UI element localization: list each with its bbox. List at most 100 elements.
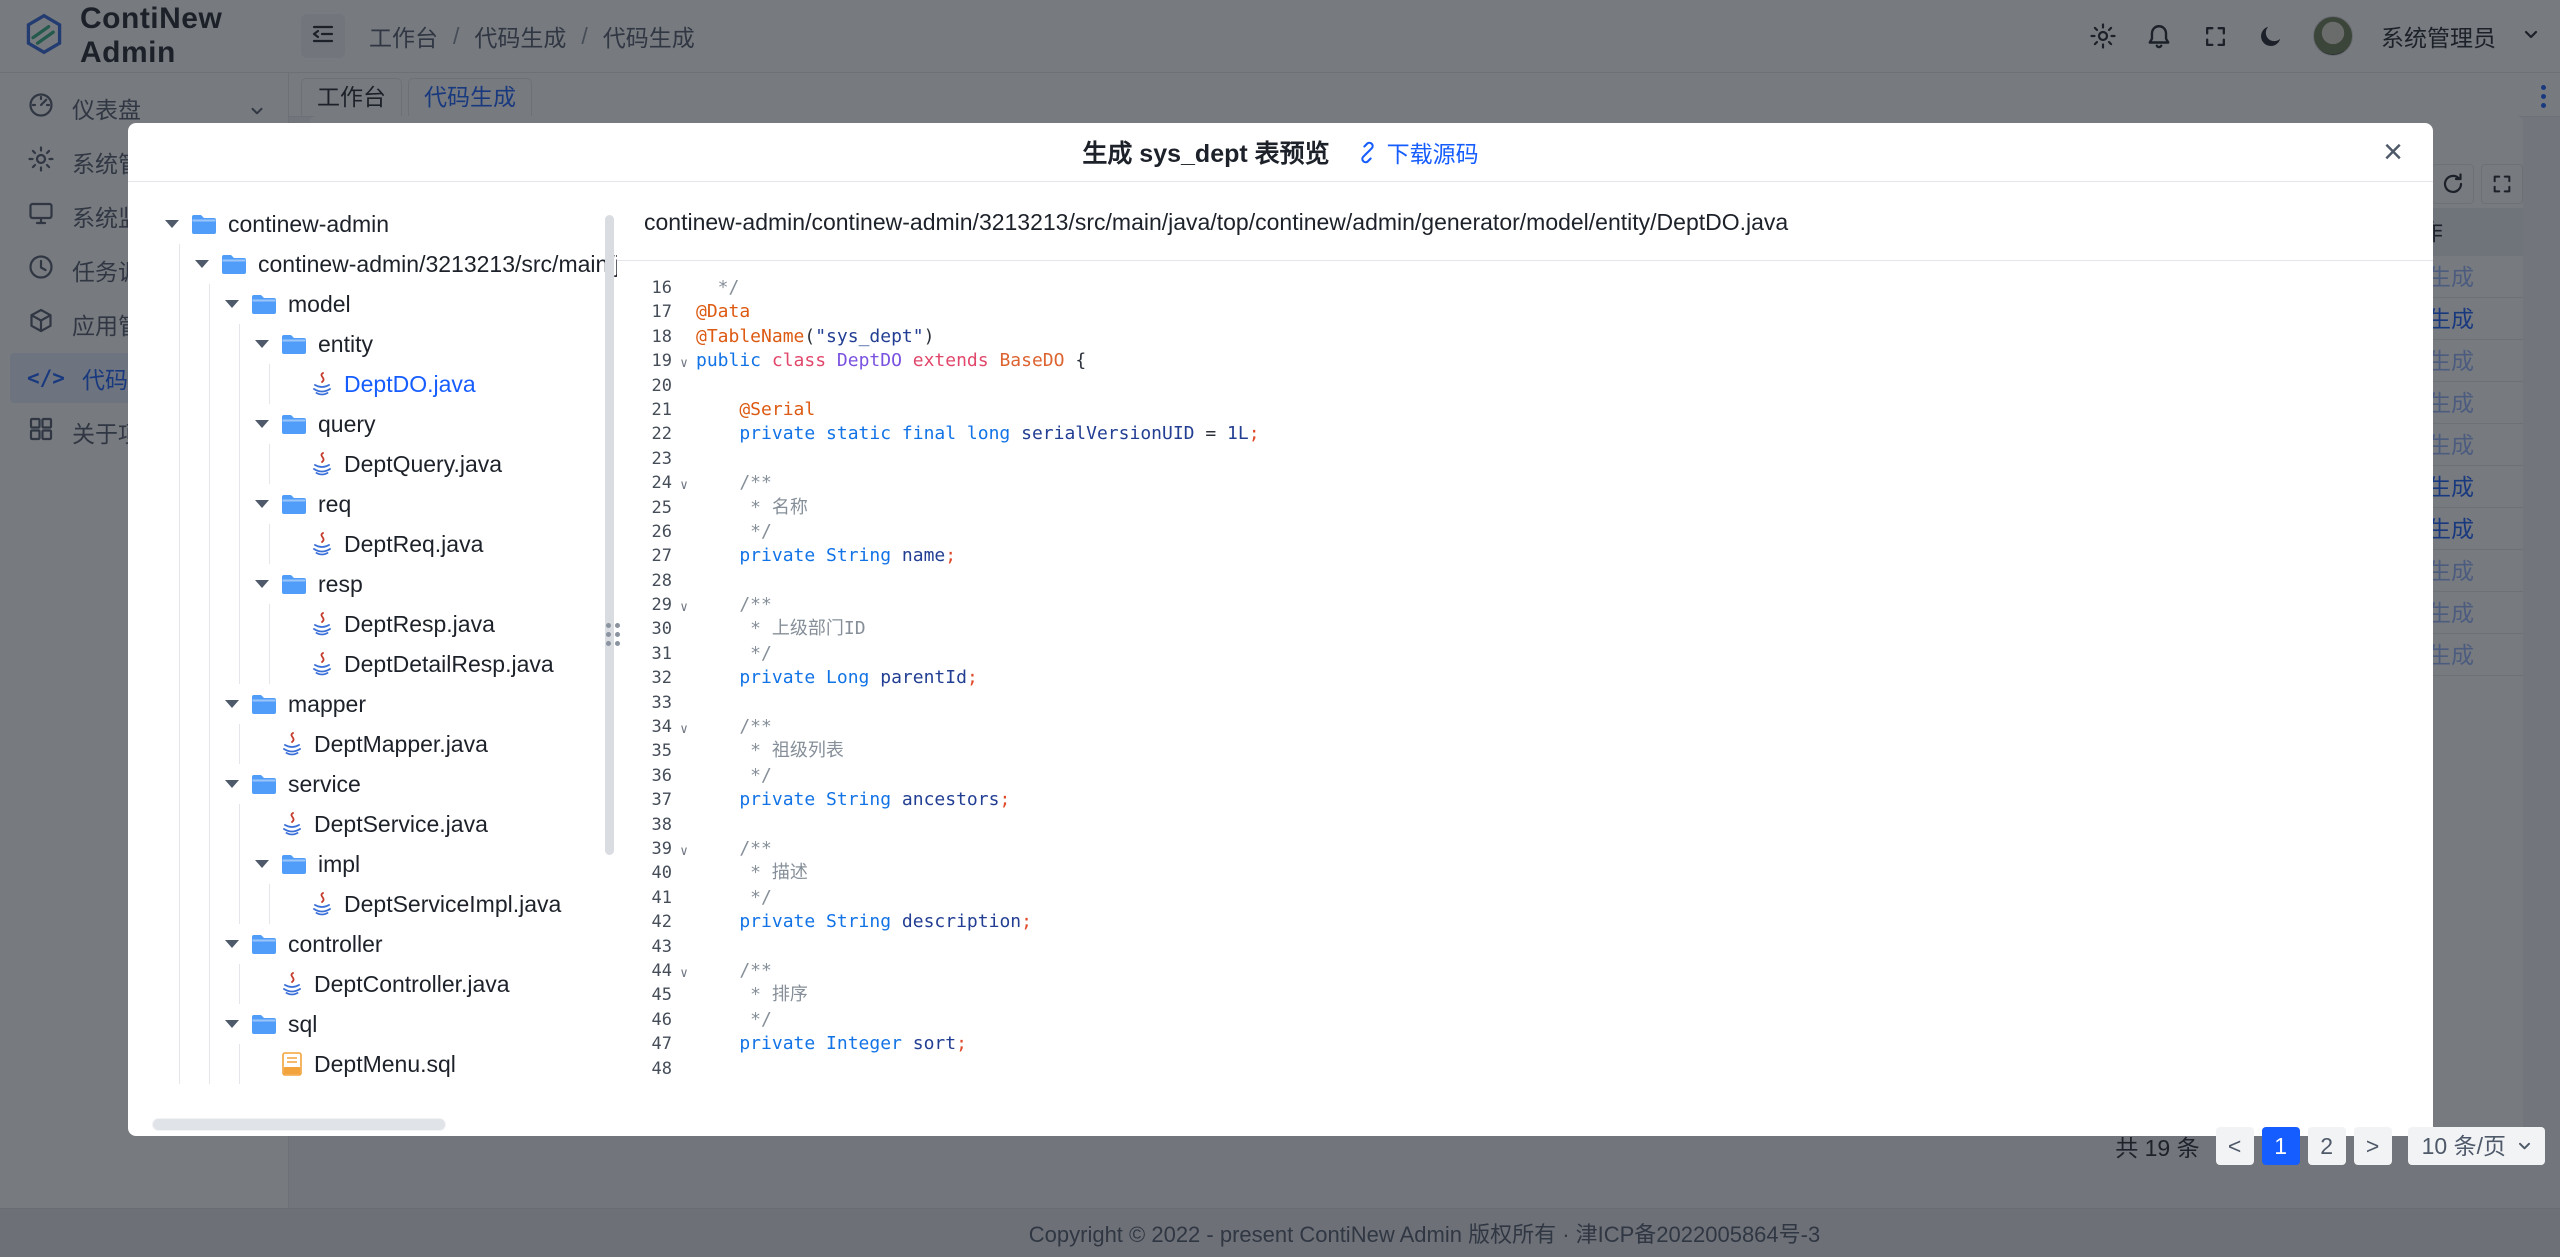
tree-indent-guide [165,724,195,764]
tree-indent-guide [225,524,255,564]
tree-caret-icon[interactable] [255,340,281,348]
tree-folder-item[interactable]: sql [165,1004,617,1044]
code-line: 22 private static final long serialVersi… [617,422,2433,446]
tree-vertical-scrollbar[interactable] [605,215,614,855]
java-file-icon [281,972,303,997]
pagination-prev-button[interactable]: < [2216,1127,2254,1165]
tree-caret-icon[interactable] [225,780,251,788]
tree-item-label: entity [318,331,373,358]
tree-indent-guide [255,524,285,564]
tree-folder-item[interactable]: query [165,404,617,444]
tree-folder-item[interactable]: model [165,284,617,324]
tree-file-item[interactable]: DeptQuery.java [165,444,617,484]
page-size-select[interactable]: 10 条/页 [2408,1127,2545,1165]
tree-indent-guide [165,244,195,284]
tree-caret-icon[interactable] [225,300,251,308]
tree-folder-item[interactable]: controller [165,924,617,964]
fold-gutter [672,864,696,888]
tree-caret-icon[interactable] [225,1020,251,1028]
tree-folder-item[interactable]: service [165,764,617,804]
tree-caret-icon[interactable] [255,420,281,428]
fold-icon[interactable]: ∨ [672,718,696,742]
tree-indent-guide [225,364,255,404]
tree-file-item[interactable]: DeptResp.java [165,604,617,644]
tree-file-item[interactable]: DeptMapper.java [165,724,617,764]
tree-file-item[interactable]: DeptDO.java [165,364,617,404]
line-number: 44 [617,959,672,983]
preview-modal: 生成 sys_dept 表预览 下载源码 × continew-admincon… [128,123,2433,1136]
line-number: 16 [617,276,672,300]
download-source-link[interactable]: 下载源码 [1356,135,1479,169]
tree-caret-icon[interactable] [225,940,251,948]
close-icon[interactable]: × [2383,127,2403,177]
tree-indent-guide [195,564,225,604]
tree-horizontal-scrollbar[interactable] [153,1119,445,1130]
code-text: private static final long serialVersionU… [696,422,2433,446]
tree-indent-guide [195,284,225,324]
line-number: 35 [617,739,672,763]
tree-folder-item[interactable]: continew-admin/3213213/src/main/java/top [165,244,617,284]
line-number: 17 [617,300,672,324]
pagination-total: 共 19 条 [2115,1129,2199,1163]
tree-file-item[interactable]: DeptReq.java [165,524,617,564]
tree-folder-item[interactable]: mapper [165,684,617,724]
folder-icon [251,293,277,315]
code-text: private String ancestors; [696,788,2433,812]
code-text [696,569,2433,593]
tree-file-item[interactable]: DeptServiceImpl.java [165,884,617,924]
tree-file-item[interactable]: DeptController.java [165,964,617,1004]
code-editor[interactable]: 16 */17@Data18@TableName("sys_dept")19∨p… [617,262,2433,1136]
tree-indent-guide [195,484,225,524]
pagination-next-button[interactable]: > [2354,1127,2392,1165]
tree-indent-guide [225,644,255,684]
line-number: 26 [617,520,672,544]
fold-icon[interactable]: ∨ [672,596,696,620]
fold-icon[interactable]: ∨ [672,352,696,376]
tree-indent-guide [225,404,255,444]
tree-caret-icon[interactable] [255,860,281,868]
line-number: 24 [617,471,672,495]
fold-gutter [672,1011,696,1035]
tree-caret-icon[interactable] [195,260,221,268]
tree-folder-item[interactable]: entity [165,324,617,364]
fold-icon[interactable]: ∨ [672,474,696,498]
code-text: private String description; [696,910,2433,934]
tree-folder-item[interactable]: impl [165,844,617,884]
tree-folder-item[interactable]: req [165,484,617,524]
line-number: 41 [617,886,672,910]
tree-indent-guide [225,444,255,484]
tree-file-item[interactable]: DeptService.java [165,804,617,844]
code-text: /** [696,837,2433,861]
code-line: 32 private Long parentId; [617,666,2433,690]
tree-indent-guide [165,324,195,364]
pagination-page-2[interactable]: 2 [2308,1127,2346,1165]
tree-indent-guide [195,524,225,564]
tree-indent-guide [225,324,255,364]
code-text: * 名称 [696,496,2433,520]
tree-caret-icon[interactable] [165,220,191,228]
code-text: */ [696,1008,2433,1032]
tree-indent-guide [225,724,255,764]
tree-item-label: DeptDetailResp.java [344,651,554,678]
tree-caret-icon[interactable] [255,580,281,588]
link-icon [1356,141,1379,164]
tree-file-item[interactable]: DeptMenu.sql [165,1044,617,1084]
tree-indent-guide [195,404,225,444]
tree-folder-item[interactable]: resp [165,564,617,604]
fold-icon[interactable]: ∨ [672,962,696,986]
tree-indent-guide [165,804,195,844]
code-line: 40 * 描述 [617,861,2433,885]
line-number: 25 [617,496,672,520]
folder-icon [251,773,277,795]
folder-icon [281,333,307,355]
tree-folder-item[interactable]: continew-admin [165,204,617,244]
pagination-page-1[interactable]: 1 [2262,1127,2300,1165]
tree-caret-icon[interactable] [255,500,281,508]
tree-file-item[interactable]: DeptDetailResp.java [165,644,617,684]
line-number: 29 [617,593,672,617]
folder-icon [251,1013,277,1035]
pane-resize-handle[interactable] [606,623,620,646]
line-number: 46 [617,1008,672,1032]
fold-icon[interactable]: ∨ [672,840,696,864]
tree-caret-icon[interactable] [225,700,251,708]
